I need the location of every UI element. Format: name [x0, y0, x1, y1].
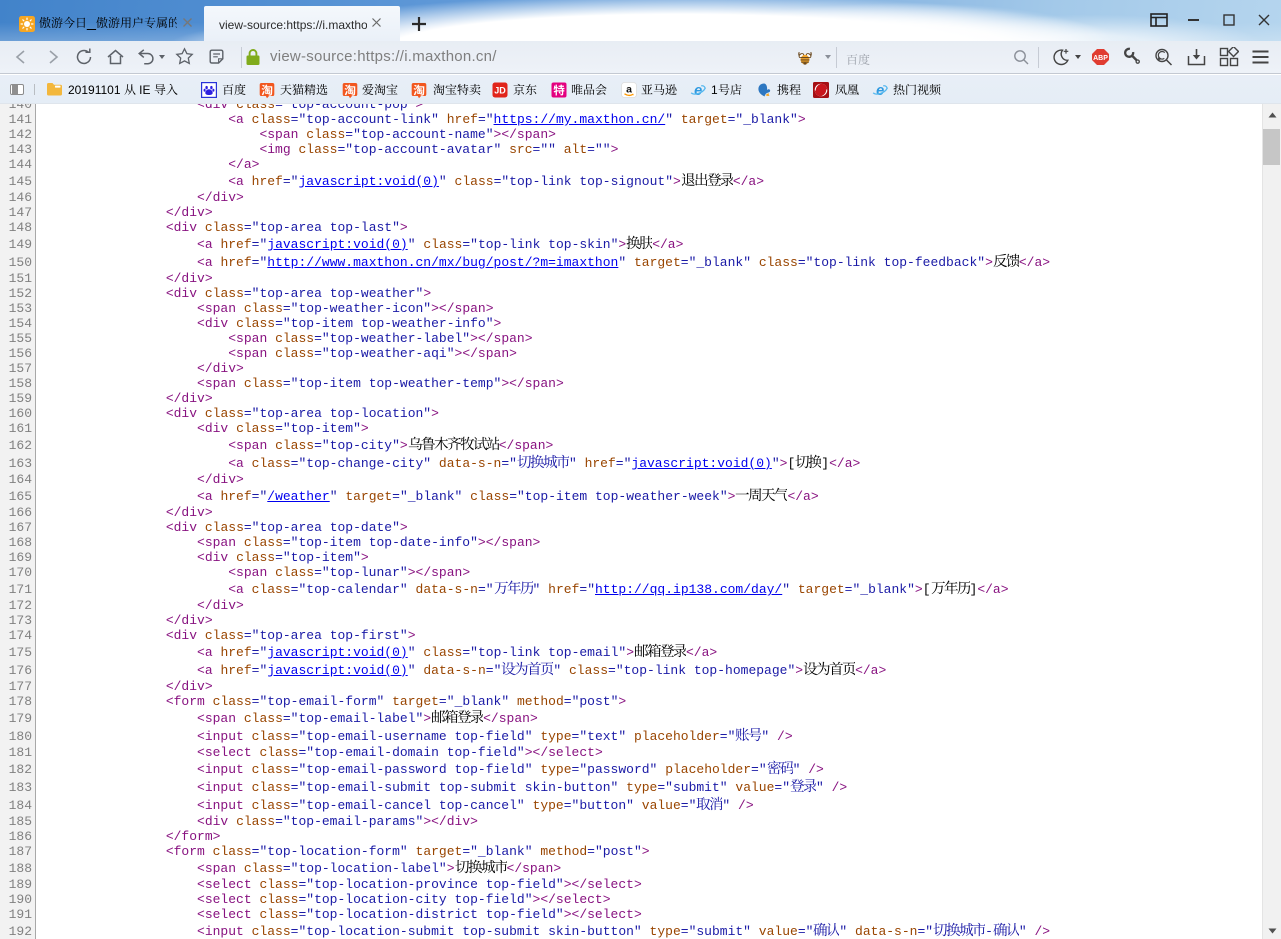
svg-text:e: e: [694, 83, 702, 98]
svg-text:ABP: ABP: [1093, 55, 1108, 62]
svg-text:a: a: [626, 84, 632, 96]
svg-text:e: e: [876, 83, 884, 98]
svg-text:JD: JD: [494, 86, 506, 96]
